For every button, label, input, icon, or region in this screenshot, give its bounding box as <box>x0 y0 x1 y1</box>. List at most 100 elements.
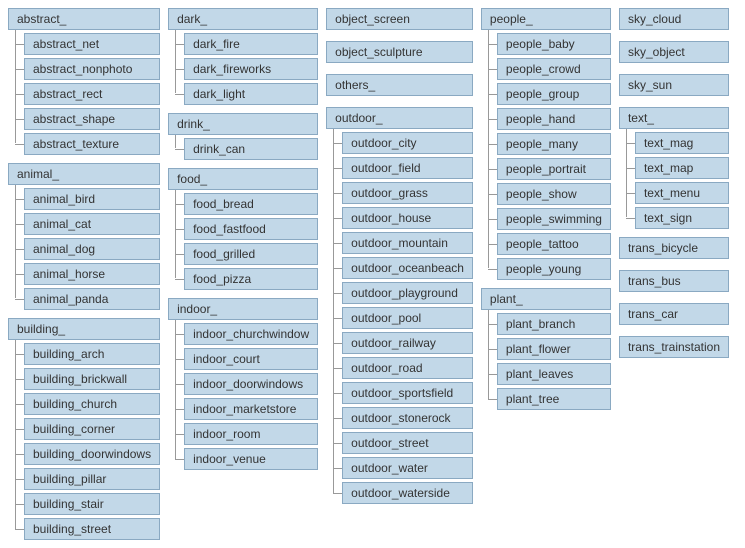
tree-child: people_portrait <box>497 158 611 180</box>
tree-node-child[interactable]: indoor_venue <box>184 448 318 470</box>
tree-node-child[interactable]: people_crowd <box>497 58 611 80</box>
tree-node-child[interactable]: indoor_doorwindows <box>184 373 318 395</box>
tree-node-child[interactable]: text_map <box>635 157 729 179</box>
tree-group: sky_sun <box>619 74 729 99</box>
tree-node-child[interactable]: food_bread <box>184 193 318 215</box>
tree-child: food_fastfood <box>184 218 318 240</box>
tree-node-child[interactable]: building_doorwindows <box>24 443 160 465</box>
column-0: abstract_ abstract_net abstract_nonphotoab… <box>8 8 160 540</box>
tree-node-parent[interactable]: text_ <box>619 107 729 129</box>
tree-node-child[interactable]: people_hand <box>497 108 611 130</box>
tree-child: indoor_court <box>184 348 318 370</box>
tree-node-child[interactable]: animal_cat <box>24 213 160 235</box>
tree-child: food_pizza <box>184 268 318 290</box>
tree-node-child[interactable]: building_pillar <box>24 468 160 490</box>
tree-node-child[interactable]: dark_light <box>184 83 318 105</box>
tree-node-child[interactable]: plant_branch <box>497 313 611 335</box>
tree-node-child[interactable]: outdoor_field <box>342 157 473 179</box>
tree-node-child[interactable]: people_young <box>497 258 611 280</box>
tree-node-child[interactable]: outdoor_road <box>342 357 473 379</box>
tree-node-parent[interactable]: others_ <box>326 74 473 96</box>
tree-node-child[interactable]: text_mag <box>635 132 729 154</box>
tree-node-child[interactable]: animal_panda <box>24 288 160 310</box>
tree-child: building_stair <box>24 493 160 515</box>
tree-node-child[interactable]: building_arch <box>24 343 160 365</box>
tree-node-parent[interactable]: sky_cloud <box>619 8 729 30</box>
tree-node-child[interactable]: text_menu <box>635 182 729 204</box>
tree-node-child[interactable]: dark_fireworks <box>184 58 318 80</box>
tree-node-parent[interactable]: animal_ <box>8 163 160 185</box>
tree-node-parent[interactable]: dark_ <box>168 8 318 30</box>
tree-node-child[interactable]: people_portrait <box>497 158 611 180</box>
tree-node-parent[interactable]: people_ <box>481 8 611 30</box>
tree-node-child[interactable]: building_stair <box>24 493 160 515</box>
tree-node-child[interactable]: animal_bird <box>24 188 160 210</box>
tree-node-parent[interactable]: sky_sun <box>619 74 729 96</box>
tree-node-child[interactable]: outdoor_city <box>342 132 473 154</box>
tree-node-child[interactable]: plant_tree <box>497 388 611 410</box>
column-1: dark_ dark_fire dark_fireworks dark_lightdr… <box>168 8 318 470</box>
tree-node-child[interactable]: outdoor_playground <box>342 282 473 304</box>
tree-node-parent[interactable]: building_ <box>8 318 160 340</box>
tree-node-child[interactable]: animal_horse <box>24 263 160 285</box>
tree-node-child[interactable]: animal_dog <box>24 238 160 260</box>
tree-node-parent[interactable]: food_ <box>168 168 318 190</box>
tree-node-child[interactable]: building_corner <box>24 418 160 440</box>
tree-node-child[interactable]: outdoor_house <box>342 207 473 229</box>
tree-child: text_sign <box>635 207 729 229</box>
tree-node-parent[interactable]: object_screen <box>326 8 473 30</box>
tree-node-child[interactable]: outdoor_pool <box>342 307 473 329</box>
tree-node-child[interactable]: people_tattoo <box>497 233 611 255</box>
tree-node-child[interactable]: people_show <box>497 183 611 205</box>
tree-node-child[interactable]: outdoor_railway <box>342 332 473 354</box>
tree-node-child[interactable]: outdoor_oceanbeach <box>342 257 473 279</box>
tree-node-child[interactable]: plant_leaves <box>497 363 611 385</box>
tree-node-child[interactable]: people_baby <box>497 33 611 55</box>
tree-node-parent[interactable]: abstract_ <box>8 8 160 30</box>
tree-node-child[interactable]: abstract_shape <box>24 108 160 130</box>
tree-node-child[interactable]: people_group <box>497 83 611 105</box>
tree-node-parent[interactable]: trans_bicycle <box>619 237 729 259</box>
tree-node-child[interactable]: outdoor_stonerock <box>342 407 473 429</box>
tree-node-child[interactable]: outdoor_sportsfield <box>342 382 473 404</box>
tree-node-parent[interactable]: trans_bus <box>619 270 729 292</box>
tree-node-child[interactable]: building_church <box>24 393 160 415</box>
tree-node-child[interactable]: indoor_room <box>184 423 318 445</box>
tree-node-parent[interactable]: trans_trainstation <box>619 336 729 358</box>
tree-node-child[interactable]: text_sign <box>635 207 729 229</box>
tree-node-child[interactable]: plant_flower <box>497 338 611 360</box>
tree-node-child[interactable]: outdoor_street <box>342 432 473 454</box>
tree-node-child[interactable]: abstract_rect <box>24 83 160 105</box>
tree-node-child[interactable]: people_swimming <box>497 208 611 230</box>
tree-node-child[interactable]: drink_can <box>184 138 318 160</box>
tree-node-child[interactable]: indoor_court <box>184 348 318 370</box>
tree-node-parent[interactable]: sky_object <box>619 41 729 63</box>
tree-group: dark_ dark_fire dark_fireworks dark_light <box>168 8 318 105</box>
tree-node-child[interactable]: outdoor_waterside <box>342 482 473 504</box>
tree-node-parent[interactable]: object_sculpture <box>326 41 473 63</box>
tree-node-child[interactable]: building_brickwall <box>24 368 160 390</box>
tree-node-child[interactable]: abstract_texture <box>24 133 160 155</box>
tree-group: plant_ plant_branch plant_flower plant_leav… <box>481 288 611 410</box>
column-4: sky_cloud sky_object sky_sun text_ text_magt… <box>619 8 729 361</box>
tree-node-child[interactable]: outdoor_water <box>342 457 473 479</box>
tree-node-child[interactable]: dark_fire <box>184 33 318 55</box>
tree-children: indoor_churchwindow indoor_court indoor_do… <box>168 323 318 470</box>
tree-node-child[interactable]: abstract_net <box>24 33 160 55</box>
tree-node-parent[interactable]: drink_ <box>168 113 318 135</box>
tree-node-child[interactable]: outdoor_grass <box>342 182 473 204</box>
tree-node-parent[interactable]: indoor_ <box>168 298 318 320</box>
tree-node-child[interactable]: food_grilled <box>184 243 318 265</box>
tree-node-child[interactable]: indoor_marketstore <box>184 398 318 420</box>
tree-node-parent[interactable]: outdoor_ <box>326 107 473 129</box>
tree-node-parent[interactable]: plant_ <box>481 288 611 310</box>
tree-node-child[interactable]: outdoor_mountain <box>342 232 473 254</box>
tree-node-child[interactable]: food_fastfood <box>184 218 318 240</box>
tree-node-child[interactable]: building_street <box>24 518 160 540</box>
tree-child: animal_dog <box>24 238 160 260</box>
tree-node-child[interactable]: indoor_churchwindow <box>184 323 318 345</box>
tree-node-child[interactable]: people_many <box>497 133 611 155</box>
tree-node-child[interactable]: food_pizza <box>184 268 318 290</box>
tree-node-child[interactable]: abstract_nonphoto <box>24 58 160 80</box>
tree-node-parent[interactable]: trans_car <box>619 303 729 325</box>
